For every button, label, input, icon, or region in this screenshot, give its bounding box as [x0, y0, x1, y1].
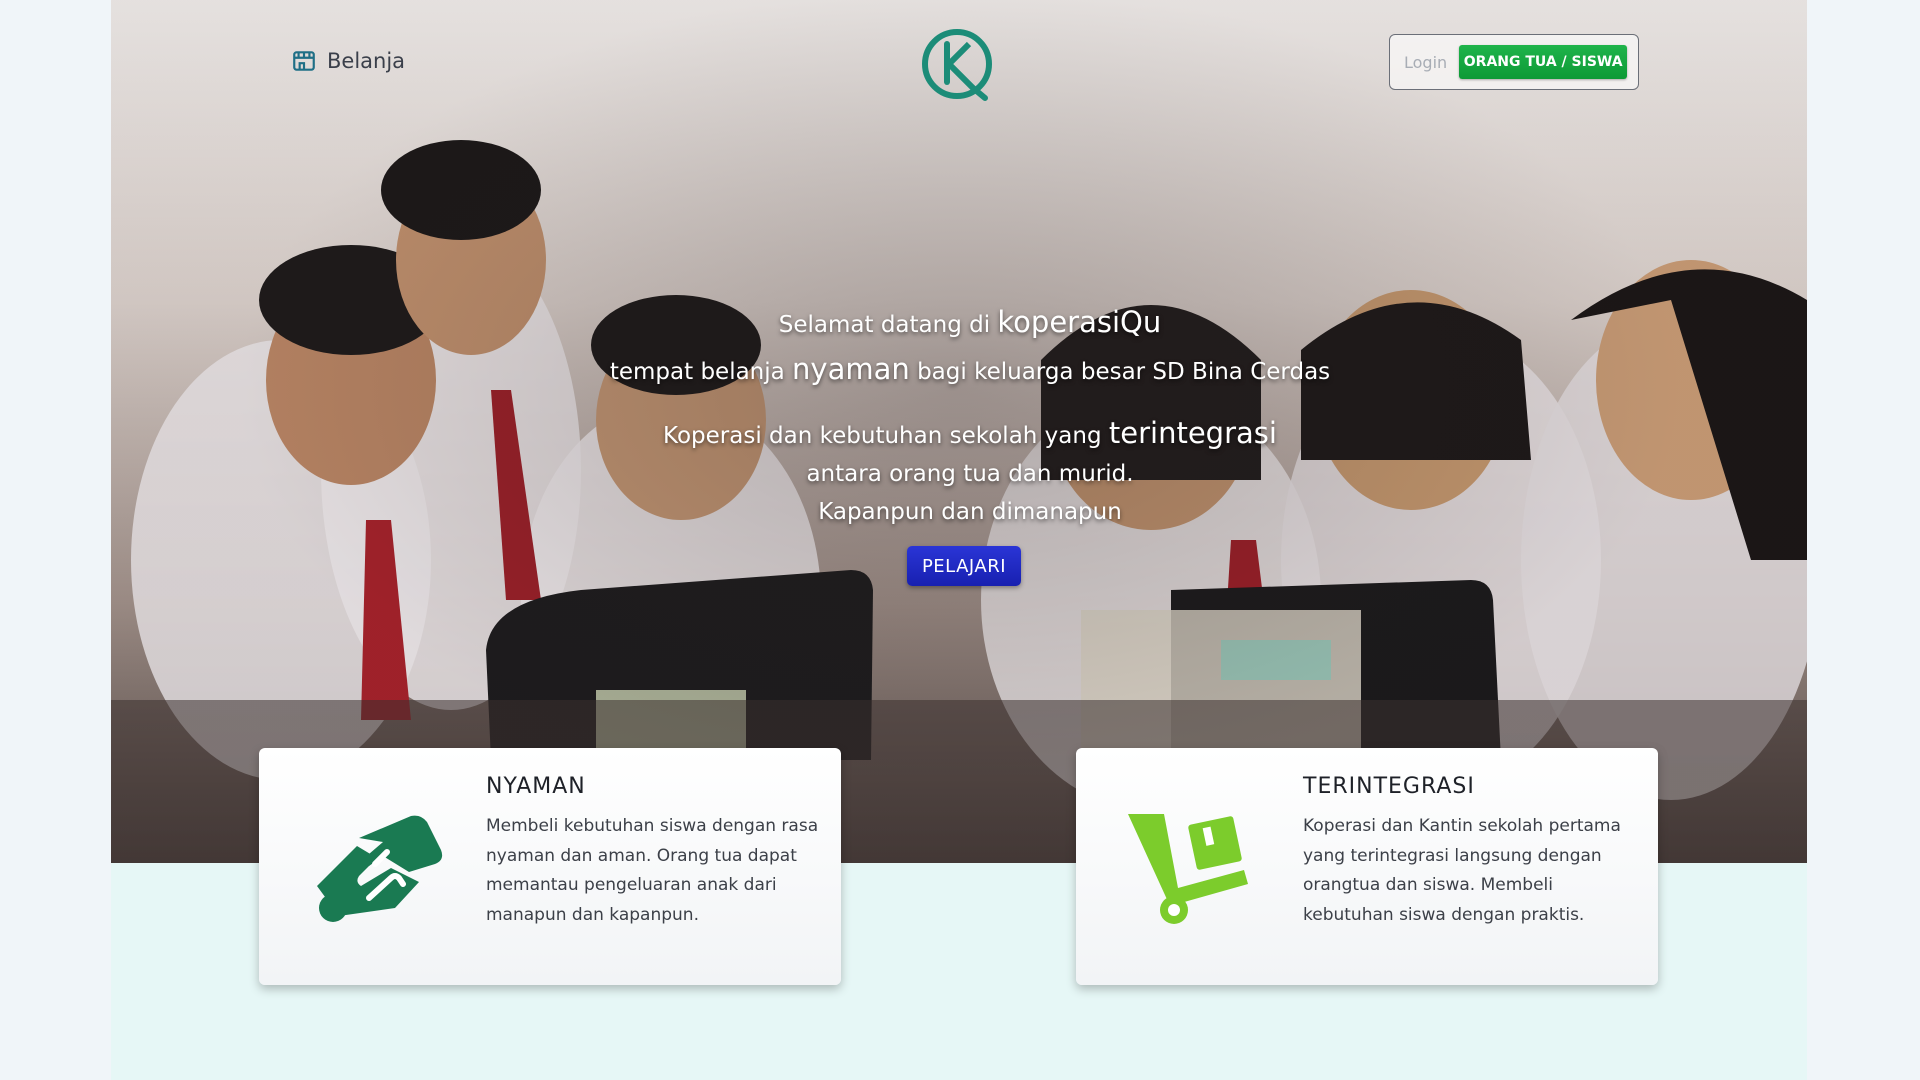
koperasiqu-logo[interactable]: [919, 26, 995, 102]
hero-parents-line: antara orang tua dan murid.: [806, 461, 1134, 487]
card-description: Koperasi dan Kantin sekolah pertama yang…: [1303, 816, 1621, 925]
hero-integration-line: Koperasi dan kebutuhan sekolah yang teri…: [411, 414, 1529, 455]
login-parent-student-button[interactable]: ORANG TUA / SISWA: [1459, 45, 1628, 79]
nav-shop-link[interactable]: Belanja: [291, 48, 405, 74]
handshake-icon: [317, 815, 443, 922]
hero-integration-emphasis: terintegrasi: [1108, 416, 1277, 450]
hero-tagline-emphasis: nyaman: [792, 352, 910, 386]
login-panel: Login ORANG TUA / SISWA: [1389, 34, 1639, 90]
hero-tagline-prefix: tempat belanja: [609, 359, 793, 385]
card-title: TERINTEGRASI: [1303, 774, 1475, 799]
hero-welcome-prefix: Selamat datang di: [778, 312, 998, 338]
hero-anytime-line: Kapanpun dan dimanapun: [818, 499, 1122, 525]
hero-integration-prefix: Koperasi dan kebutuhan sekolah yang: [663, 423, 1109, 449]
hero-brand-name: koperasiQu: [997, 305, 1162, 339]
hero-section: Belanja Login ORANG TUA / SISWA Selamat …: [111, 0, 1807, 863]
hand-truck-icon: [1128, 814, 1248, 924]
hero-tagline-suffix: bagi keluarga besar SD Bina Cerdas: [909, 359, 1331, 385]
feature-card-nyaman: NYAMAN Membeli kebutuhan siswa dengan ra…: [259, 748, 841, 985]
nav-shop-label: Belanja: [327, 49, 406, 73]
page: Belanja Login ORANG TUA / SISWA Selamat …: [111, 0, 1807, 1080]
store-icon: [293, 51, 315, 71]
hero-headline: Selamat datang di koperasiQu tempat bela…: [411, 300, 1529, 531]
feature-card-terintegrasi: TERINTEGRASI Koperasi dan Kantin sekolah…: [1076, 748, 1658, 985]
card-description: Membeli kebutuhan siswa dengan rasa nyam…: [486, 816, 819, 925]
hero-welcome-line: Selamat datang di koperasiQu: [411, 300, 1529, 347]
login-label[interactable]: Login: [1404, 53, 1447, 72]
card-title: NYAMAN: [486, 774, 586, 799]
learn-more-button[interactable]: PELAJARI: [907, 546, 1021, 586]
hero-tagline: tempat belanja nyaman bagi keluarga besa…: [411, 347, 1529, 394]
